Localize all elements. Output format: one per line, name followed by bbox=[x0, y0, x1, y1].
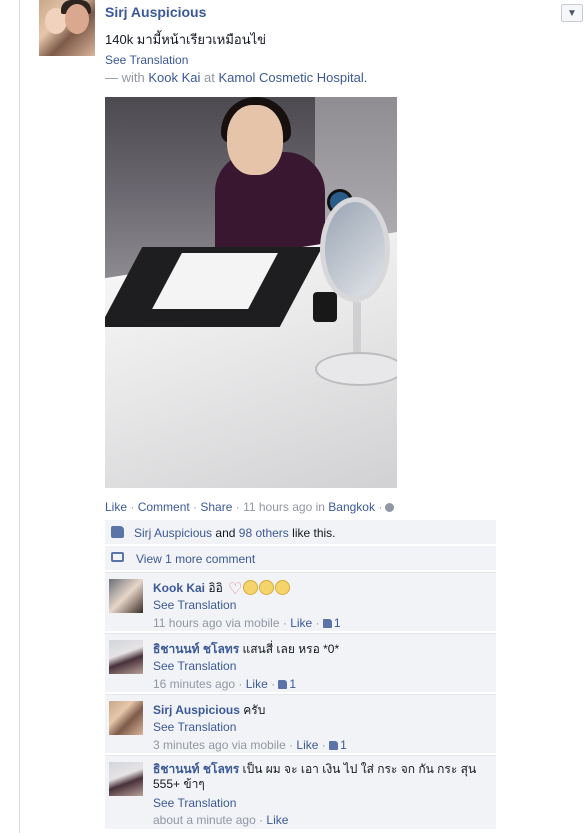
see-translation-link[interactable]: See Translation bbox=[153, 659, 236, 673]
globe-icon[interactable] bbox=[385, 503, 395, 512]
commenter-avatar[interactable] bbox=[109, 762, 143, 796]
thumbs-up-icon bbox=[322, 619, 332, 628]
others-link[interactable]: 98 others bbox=[239, 526, 289, 540]
heart-emoji-icon: ♡ bbox=[228, 581, 243, 598]
comment-like-link[interactable]: Like bbox=[296, 738, 318, 752]
comment-link[interactable]: Comment bbox=[138, 500, 190, 514]
liker-link[interactable]: Sirj Auspicious bbox=[134, 526, 212, 540]
post-timestamp[interactable]: 11 hours ago bbox=[243, 500, 312, 514]
commenter-avatar[interactable] bbox=[109, 579, 143, 613]
commenter-name[interactable]: Sirj Auspicious bbox=[153, 703, 240, 717]
thumbs-up-icon bbox=[111, 526, 124, 538]
see-translation-link[interactable]: See Translation bbox=[153, 796, 236, 810]
see-translation-link[interactable]: See Translation bbox=[153, 598, 236, 612]
comment-text: แสนสี่ เลย หรอ *0* bbox=[242, 642, 340, 656]
comment-text: อิอิ bbox=[208, 581, 223, 595]
like-link[interactable]: Like bbox=[105, 500, 127, 514]
comment-icon bbox=[111, 552, 124, 562]
with-prefix: — with bbox=[105, 70, 145, 85]
smile-emoji-icon bbox=[275, 580, 291, 595]
tagged-line: — with Kook Kai at Kamol Cosmetic Hospit… bbox=[105, 70, 367, 85]
comment-likes-count[interactable]: 1 bbox=[322, 616, 341, 630]
commenter-name[interactable]: ธิชานนท์ ชโลทร bbox=[153, 762, 239, 776]
commenter-name[interactable]: ธิชานนท์ ชโลทร bbox=[153, 642, 239, 656]
post-status-text: 140k มามี้หน้าเรียวเหมือนไข่ bbox=[105, 32, 267, 47]
heart-eyes-emoji-icon bbox=[243, 580, 259, 595]
location-link[interactable]: Bangkok bbox=[328, 500, 375, 514]
share-link[interactable]: Share bbox=[200, 500, 232, 514]
at-word: at bbox=[204, 70, 215, 85]
comment-likes-count[interactable]: 1 bbox=[329, 738, 347, 752]
likes-summary: Sirj Auspicious and 98 others like this. bbox=[105, 520, 496, 544]
comment-item: ธิชานนท์ ชโลทร แสนสี่ เลย หรอ *0* See Tr… bbox=[105, 633, 496, 692]
comment-timestamp[interactable]: 11 hours ago via mobile bbox=[153, 616, 280, 630]
thumbs-up-icon bbox=[278, 680, 288, 689]
comment-like-link[interactable]: Like bbox=[290, 616, 312, 630]
kiss-emoji-icon bbox=[259, 580, 275, 595]
view-more-label[interactable]: View 1 more comment bbox=[136, 552, 255, 566]
post-photo[interactable] bbox=[105, 97, 397, 488]
comment-likes-count[interactable]: 1 bbox=[278, 677, 296, 691]
tagged-person-link[interactable]: Kook Kai bbox=[148, 70, 200, 85]
commenter-name[interactable]: Kook Kai bbox=[153, 581, 205, 595]
in-word: in bbox=[315, 500, 325, 514]
see-translation-link[interactable]: See Translation bbox=[105, 53, 188, 67]
comment-timestamp[interactable]: 16 minutes ago bbox=[153, 677, 235, 691]
comment-like-link[interactable]: Like bbox=[246, 677, 268, 691]
likes-tail: like this. bbox=[292, 526, 336, 540]
comment-item: ธิชานนท์ ชโลทร เป็น ผม จะ เอา เงิน ไป ใส… bbox=[105, 755, 496, 829]
comment-item: Kook Kai อิอิ ♡ See Translation 11 hours… bbox=[105, 572, 496, 631]
comment-item: Sirj Auspicious ครับ See Translation 3 m… bbox=[105, 694, 496, 753]
view-more-comments[interactable]: View 1 more comment bbox=[105, 546, 496, 570]
feed-divider bbox=[19, 0, 20, 833]
see-translation-link[interactable]: See Translation bbox=[153, 720, 236, 734]
comment-like-link[interactable]: Like bbox=[266, 813, 288, 827]
chevron-down-icon[interactable]: ▼ bbox=[561, 4, 583, 22]
and-word: and bbox=[215, 526, 236, 540]
commenter-avatar[interactable] bbox=[109, 640, 143, 674]
author-avatar[interactable] bbox=[39, 0, 95, 56]
post-actions: Like · Comment · Share · 11 hours ago in… bbox=[105, 500, 395, 514]
post-author-name[interactable]: Sirj Auspicious bbox=[105, 4, 206, 20]
comment-timestamp[interactable]: about a minute ago bbox=[153, 813, 256, 827]
commenter-avatar[interactable] bbox=[109, 701, 143, 735]
place-link[interactable]: Kamol Cosmetic Hospital. bbox=[219, 70, 368, 85]
comment-timestamp[interactable]: 3 minutes ago via mobile bbox=[153, 738, 286, 752]
comment-text: ครับ bbox=[243, 703, 266, 717]
thumbs-up-icon bbox=[329, 741, 339, 750]
